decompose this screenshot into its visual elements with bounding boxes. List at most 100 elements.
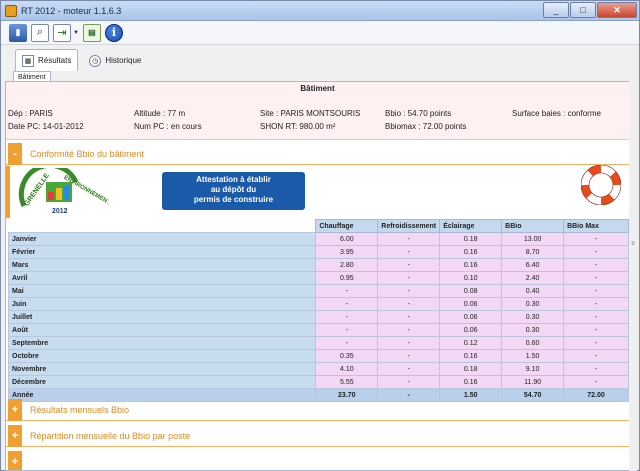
book-icon[interactable]: ▮	[9, 23, 27, 42]
section-conformite[interactable]: - Conformité Bbio du bâtiment	[6, 142, 629, 165]
document-search-icon[interactable]: ⌕	[31, 23, 49, 42]
attestation-line2: au dépôt du	[210, 185, 257, 194]
cell-c: -	[315, 336, 379, 350]
cell-m: -	[563, 284, 629, 298]
app-icon	[5, 4, 17, 17]
cell-e: 0.08	[439, 284, 503, 298]
results-icon: ▦	[22, 54, 34, 67]
section-repartition[interactable]: + Répartition mensuelle du Bbio par post…	[6, 424, 629, 447]
cell-e: 0.06	[439, 323, 503, 337]
cell-r: -	[377, 349, 441, 363]
cell-e: 0.16	[439, 245, 503, 259]
cell-b: 2.40	[501, 271, 565, 285]
expand-icon[interactable]: +	[8, 398, 22, 421]
cell-b: 0.40	[501, 284, 565, 298]
lifebuoy-icon	[581, 165, 621, 205]
table-row: Avril 0.95-0.10 2.40-	[7, 271, 629, 285]
header-bbio-max: BBio Max	[563, 219, 629, 233]
section-repartition-label: Répartition mensuelle du Bbio par poste	[30, 430, 191, 441]
cell-c: -	[315, 323, 379, 337]
site-value: Site : PARIS MONTSOURIS	[260, 109, 361, 118]
attestation-line1: Attestation à établir	[196, 175, 271, 184]
cell-e: 0.12	[439, 336, 503, 350]
section-conformite-label: Conformité Bbio du bâtiment	[30, 148, 145, 159]
section-more[interactable]: +	[6, 450, 629, 470]
section-accent-bar	[6, 166, 10, 218]
date-pc-value: Date PC: 14-01-2012	[8, 122, 84, 131]
cell-month: Juin	[7, 297, 317, 311]
cell-e: 0.16	[439, 375, 503, 389]
cell-m: -	[563, 297, 629, 311]
cell-c: -	[315, 284, 379, 298]
scanner-icon[interactable]: ▤	[82, 23, 101, 42]
tab-historique-label: Historique	[105, 56, 142, 65]
window-controls: _ □ ✕	[543, 2, 637, 18]
tab-historique[interactable]: ◷ Historique	[82, 49, 149, 71]
main-window: RT 2012 - moteur 1.1.6.3 _ □ ✕ ▮ ⌕ ⇥ ▼ ▤…	[0, 0, 640, 471]
batiment-summary: Bâtiment Dép : PARIS Altitude : 77 m Sit…	[6, 82, 629, 140]
toolbar: ▮ ⌕ ⇥ ▼ ▤ i	[1, 21, 639, 45]
batiment-title: Bâtiment	[300, 84, 335, 93]
section-mensuels[interactable]: + Résultats mensuels Bbio	[6, 398, 629, 421]
title-bar: RT 2012 - moteur 1.1.6.3 _ □ ✕	[1, 1, 639, 21]
section-mensuels-label: Résultats mensuels Bbio	[30, 404, 130, 415]
cell-e: 0.16	[439, 349, 503, 363]
table-row: Novembre 4.10-0.18 9.10-	[7, 362, 629, 376]
cell-m: -	[563, 362, 629, 376]
cell-b: 0.30	[501, 310, 565, 324]
expand-icon[interactable]: +	[8, 450, 22, 470]
bbio-value: Bbio : 54.70 points	[385, 109, 452, 118]
cell-c: -	[315, 297, 379, 311]
scrollbar[interactable]: ≡	[629, 81, 637, 471]
results-panel: Bâtiment Dép : PARIS Altitude : 77 m Sit…	[5, 81, 630, 471]
cell-c: 0.35	[315, 349, 379, 363]
maximize-button[interactable]: □	[570, 2, 596, 18]
header-bbio: BBio	[501, 219, 565, 233]
cell-m: -	[563, 336, 629, 350]
cell-r: -	[377, 271, 441, 285]
cell-month: Octobre	[7, 349, 317, 363]
cell-m: -	[563, 271, 629, 285]
cell-month: Janvier	[7, 232, 317, 246]
cell-m: -	[563, 232, 629, 246]
cell-b: 1.50	[501, 349, 565, 363]
minimize-button[interactable]: _	[543, 2, 569, 18]
info-icon[interactable]: i	[104, 23, 123, 42]
cell-b: 11.90	[501, 375, 565, 389]
export-icon[interactable]: ⇥	[53, 23, 71, 42]
cell-month: Juillet	[7, 310, 317, 324]
cell-r: -	[377, 375, 441, 389]
cell-month: Septembre	[7, 336, 317, 350]
close-button[interactable]: ✕	[597, 2, 637, 18]
cell-b: 8.70	[501, 245, 565, 259]
cell-c: 3.95	[315, 245, 379, 259]
cell-b: 13.00	[501, 232, 565, 246]
dropdown-arrow-icon[interactable]: ▼	[73, 30, 79, 36]
table-row: Août - -0.06 0.30-	[7, 323, 629, 337]
cell-c: -	[315, 310, 379, 324]
cell-month: Avril	[7, 271, 317, 285]
table-row: Septembre - -0.12 0.60-	[7, 336, 629, 350]
table-row: Mai - -0.08 0.40-	[7, 284, 629, 298]
tab-resultats[interactable]: ▦ Résultats	[15, 49, 79, 71]
table-row: Février 3.95-0.16 8.70-	[7, 245, 629, 259]
cell-b: 0.60	[501, 336, 565, 350]
cell-month: Février	[7, 245, 317, 259]
attestation-banner[interactable]: Attestation à établir au dépôt du permis…	[162, 172, 305, 210]
cell-b: 9.10	[501, 362, 565, 376]
cell-c: 4.10	[315, 362, 379, 376]
scroll-grip-icon[interactable]: ≡	[629, 241, 637, 251]
cell-c: 6.00	[315, 232, 379, 246]
surface-baies-value: Surface baies : conforme	[512, 109, 601, 118]
bbio-table: Chauffage Refroidissement Éclairage BBio…	[7, 219, 629, 402]
cell-m: -	[563, 258, 629, 272]
cell-b: 0.30	[501, 297, 565, 311]
collapse-icon[interactable]: -	[8, 142, 22, 165]
num-pc-value: Num PC : en cours	[134, 122, 202, 131]
cell-r: -	[377, 310, 441, 324]
cell-m: -	[563, 310, 629, 324]
cell-month: Mars	[7, 258, 317, 272]
cell-b: 0.30	[501, 323, 565, 337]
header-empty	[8, 219, 316, 233]
expand-icon[interactable]: +	[8, 424, 22, 447]
